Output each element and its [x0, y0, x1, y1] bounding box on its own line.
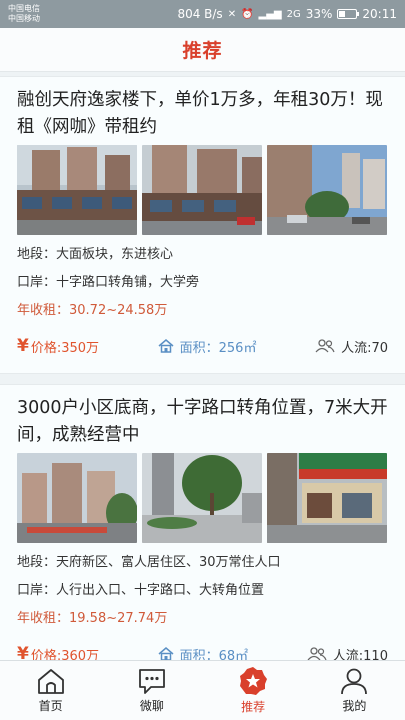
tab-recommend[interactable]: 推荐	[213, 666, 293, 715]
listing-location: 地段：天府新区、富人居住区、30万常住人口	[17, 555, 281, 570]
mute-icon: ✕	[227, 8, 237, 20]
page-title: 推荐	[182, 40, 223, 62]
listing-photo[interactable]	[142, 145, 262, 235]
network-speed: 804 B/s	[177, 7, 223, 21]
status-bar: 中国电信 中国移动 804 B/s ✕ ⏰ ▂▄▆ 2G 33% 20:11	[0, 0, 405, 28]
home-icon	[37, 669, 64, 694]
listing-price: ¥ 价格:360万	[17, 644, 99, 660]
listing-photos	[17, 145, 388, 235]
tab-recommend-label: 推荐	[241, 700, 266, 714]
bottom-tab-bar: 首页 微聊 推荐 我的	[0, 660, 405, 720]
carrier-2: 中国移动	[8, 14, 40, 23]
carrier-1: 中国电信	[8, 4, 40, 13]
profile-icon	[341, 668, 368, 695]
battery-icon	[337, 9, 360, 19]
yen-icon: ¥	[17, 336, 29, 356]
tab-profile[interactable]: 我的	[314, 667, 394, 714]
price-value: 价格:360万	[30, 648, 100, 661]
listing-traffic: 人流:70	[315, 337, 388, 356]
area-value: 面积：256㎡	[179, 340, 257, 356]
listing-traffic: 人流:110	[307, 645, 388, 661]
people-icon	[307, 647, 327, 660]
carrier-info: 中国电信 中国移动	[8, 4, 40, 24]
signal-icon: ▂▄▆	[258, 8, 282, 20]
price-value: 价格:350万	[30, 340, 100, 356]
listing-photo[interactable]	[17, 145, 137, 235]
listing-title[interactable]: 3000户小区底商，十字路口转角位置，7米大开间，成熟经营中	[17, 395, 388, 449]
listing-photo[interactable]	[267, 145, 387, 235]
listing-feed[interactable]: 融创天府逸家楼下，单价1万多，年租30万！现租《网咖》带租约 地段：大面板块，东…	[0, 76, 405, 660]
people-icon	[315, 339, 335, 353]
listing-stats: ¥ 价格:350万 面积：256㎡ 人流:70	[17, 327, 388, 365]
tab-chat[interactable]: 微聊	[112, 667, 192, 714]
yen-icon: ¥	[17, 644, 29, 660]
house-icon	[158, 647, 174, 660]
alarm-icon: ⏰	[241, 8, 254, 20]
tab-profile-label: 我的	[342, 699, 367, 713]
listing-photos	[17, 453, 388, 543]
listing-area: 面积：68㎡	[158, 645, 249, 661]
listing-card[interactable]: 融创天府逸家楼下，单价1万多，年租30万！现租《网咖》带租约 地段：大面板块，东…	[0, 76, 405, 374]
listing-location: 地段：大面板块，东进核心	[17, 247, 174, 262]
listing-stats: ¥ 价格:360万 面积：68㎡ 人流:110	[17, 635, 388, 660]
chat-icon	[138, 669, 165, 694]
listing-price: ¥ 价格:350万	[17, 336, 99, 356]
listing-photo[interactable]	[267, 453, 387, 543]
house-icon	[158, 339, 174, 353]
tab-home-label: 首页	[38, 699, 63, 713]
listing-card[interactable]: 3000户小区底商，十字路口转角位置，7米大开间，成熟经营中 地段：天府新区、富…	[0, 384, 405, 660]
listing-rent: 年收租：19.58~27.74万	[17, 611, 168, 626]
battery-percent: 33%	[305, 7, 333, 21]
traffic-value: 人流:110	[332, 648, 388, 661]
listing-rent: 年收租：30.72~24.58万	[17, 303, 168, 318]
listing-area: 面积：256㎡	[158, 337, 257, 356]
clock: 20:11	[362, 7, 397, 21]
listing-frontage: 口岸：人行出入口、十字路口、大转角位置	[17, 583, 265, 598]
traffic-value: 人流:70	[341, 340, 388, 356]
listing-photo[interactable]	[142, 453, 262, 543]
listing-title[interactable]: 融创天府逸家楼下，单价1万多，年租30万！现租《网咖》带租约	[17, 87, 388, 141]
status-right: 804 B/s ✕ ⏰ ▂▄▆ 2G 33% 20:11	[177, 7, 397, 21]
recommend-icon	[240, 667, 268, 695]
listing-frontage: 口岸：十字路口转角铺，大学旁	[17, 275, 200, 290]
page-header: 推荐	[0, 28, 405, 72]
tab-home[interactable]: 首页	[11, 667, 91, 714]
network-type: 2G	[286, 8, 301, 20]
listing-photo[interactable]	[17, 453, 137, 543]
tab-chat-label: 微聊	[139, 699, 164, 713]
area-value: 面积：68㎡	[179, 648, 249, 661]
